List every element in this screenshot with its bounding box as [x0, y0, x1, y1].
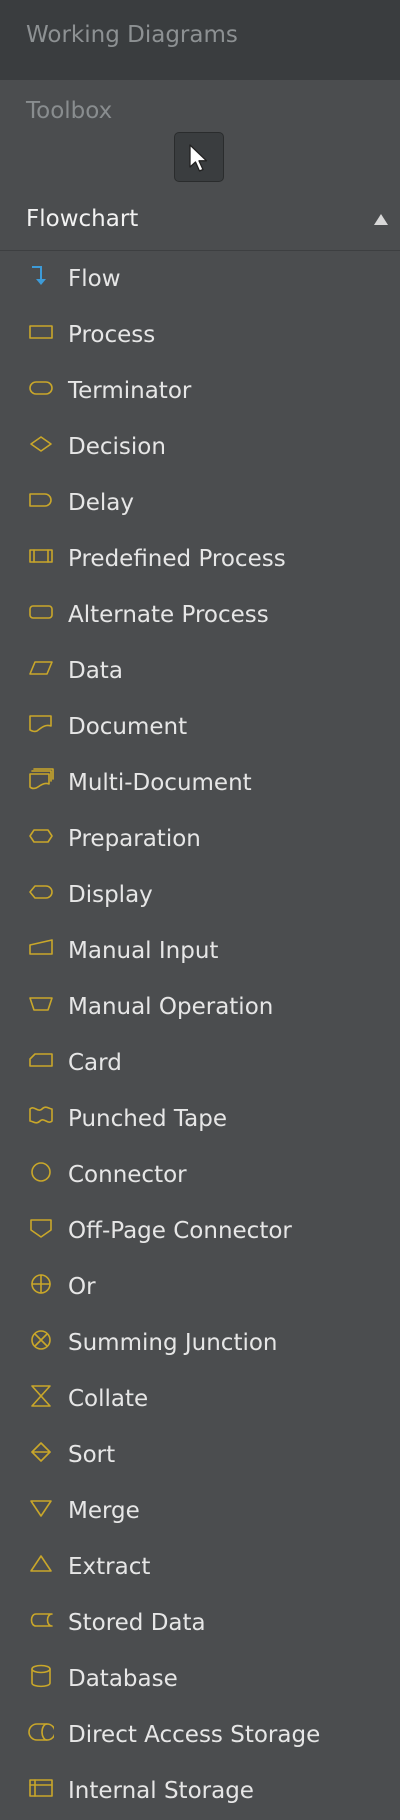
shape-item-delay[interactable]: Delay [0, 475, 400, 531]
data-parallelogram-icon [28, 655, 54, 681]
summing-junction-icon [28, 1327, 54, 1353]
connector-circle-icon [28, 1159, 54, 1185]
shape-item-label: Process [68, 322, 156, 348]
shape-item-label: Alternate Process [68, 602, 269, 628]
shape-item-label: Punched Tape [68, 1106, 227, 1132]
off-page-connector-icon [28, 1215, 54, 1241]
section-title: Flowchart [26, 206, 139, 232]
shape-item-label: Terminator [68, 378, 192, 404]
shape-item-off-page-connector[interactable]: Off-Page Connector [0, 1203, 400, 1259]
shape-item-terminator[interactable]: Terminator [0, 363, 400, 419]
shape-item-label: Off-Page Connector [68, 1218, 292, 1244]
shape-item-connector[interactable]: Connector [0, 1147, 400, 1203]
shape-item-label: Predefined Process [68, 546, 286, 572]
pointer-tool-button[interactable] [174, 132, 224, 182]
shape-item-label: Data [68, 658, 123, 684]
shape-item-merge[interactable]: Merge [0, 1483, 400, 1539]
punched-tape-icon [28, 1103, 54, 1129]
shape-item-label: Preparation [68, 826, 201, 852]
multi-document-icon [28, 767, 54, 793]
card-icon [28, 1047, 54, 1073]
toolbox-label: Toolbox [26, 98, 113, 124]
flowchart-shape-list: Flow Process Terminator Decision Delay Predef… [0, 251, 400, 1819]
header-bar: Working Diagrams [0, 0, 400, 80]
shape-item-label: Merge [68, 1498, 140, 1524]
shape-item-label: Database [68, 1666, 178, 1692]
database-cylinder-icon [28, 1663, 54, 1689]
shape-item-label: Stored Data [68, 1610, 206, 1636]
shape-item-process[interactable]: Process [0, 307, 400, 363]
alternate-process-icon [28, 599, 54, 625]
toolbox-panel: Working Diagrams Toolbox Flowchart Flow P… [0, 0, 400, 1820]
document-icon [28, 711, 54, 737]
shape-item-database[interactable]: Database [0, 1651, 400, 1707]
shape-item-label: Card [68, 1050, 122, 1076]
shape-item-label: Delay [68, 490, 134, 516]
shape-item-label: Sort [68, 1442, 116, 1468]
header-title: Working Diagrams [26, 22, 238, 48]
shape-item-card[interactable]: Card [0, 1035, 400, 1091]
shape-item-internal-storage[interactable]: Internal Storage [0, 1763, 400, 1819]
delay-icon [28, 487, 54, 513]
terminator-icon [28, 375, 54, 401]
shape-item-label: Display [68, 882, 153, 908]
shape-item-label: Document [68, 714, 188, 740]
internal-storage-icon [28, 1775, 54, 1801]
shape-item-label: Manual Input [68, 938, 219, 964]
shape-item-stored-data[interactable]: Stored Data [0, 1595, 400, 1651]
shape-item-predefined-process[interactable]: Predefined Process [0, 531, 400, 587]
shape-item-display[interactable]: Display [0, 867, 400, 923]
shape-item-label: Connector [68, 1162, 187, 1188]
shape-item-multi-document[interactable]: Multi-Document [0, 755, 400, 811]
shape-item-collate[interactable]: Collate [0, 1371, 400, 1427]
shape-item-data[interactable]: Data [0, 643, 400, 699]
shape-item-direct-access-storage[interactable]: Direct Access Storage [0, 1707, 400, 1763]
collate-icon [28, 1383, 54, 1409]
shape-item-document[interactable]: Document [0, 699, 400, 755]
or-icon [28, 1271, 54, 1297]
process-rect-icon [28, 319, 54, 345]
flowchart-section-header[interactable]: Flowchart [0, 200, 400, 251]
shape-item-label: Flow [68, 266, 121, 292]
manual-input-icon [28, 935, 54, 961]
shape-item-summing-junction[interactable]: Summing Junction [0, 1315, 400, 1371]
merge-triangle-icon [28, 1495, 54, 1521]
shape-item-label: Decision [68, 434, 166, 460]
direct-access-storage-icon [28, 1719, 54, 1745]
display-icon [28, 879, 54, 905]
shape-item-label: Collate [68, 1386, 149, 1412]
mouse-pointer-icon [189, 144, 208, 172]
manual-operation-icon [28, 991, 54, 1017]
shape-item-flow[interactable]: Flow [0, 251, 400, 307]
shape-item-punched-tape[interactable]: Punched Tape [0, 1091, 400, 1147]
shape-item-label: Or [68, 1274, 96, 1300]
shape-item-label: Internal Storage [68, 1778, 254, 1804]
stored-data-icon [28, 1607, 54, 1633]
predefined-process-icon [28, 543, 54, 569]
shape-item-label: Direct Access Storage [68, 1722, 321, 1748]
shape-item-preparation[interactable]: Preparation [0, 811, 400, 867]
shape-item-label: Extract [68, 1554, 151, 1580]
shape-item-label: Manual Operation [68, 994, 274, 1020]
preparation-hexagon-icon [28, 823, 54, 849]
shape-item-sort[interactable]: Sort [0, 1427, 400, 1483]
shape-item-or[interactable]: Or [0, 1259, 400, 1315]
sort-icon [28, 1439, 54, 1465]
shape-item-label: Summing Junction [68, 1330, 278, 1356]
shape-item-label: Multi-Document [68, 770, 252, 796]
shape-item-alternate-process[interactable]: Alternate Process [0, 587, 400, 643]
collapse-arrow-icon[interactable] [372, 210, 390, 228]
extract-triangle-icon [28, 1551, 54, 1577]
shape-item-decision[interactable]: Decision [0, 419, 400, 475]
shape-item-manual-input[interactable]: Manual Input [0, 923, 400, 979]
flow-arrow-icon [28, 263, 54, 289]
shape-item-manual-operation[interactable]: Manual Operation [0, 979, 400, 1035]
shape-item-extract[interactable]: Extract [0, 1539, 400, 1595]
decision-diamond-icon [28, 431, 54, 457]
